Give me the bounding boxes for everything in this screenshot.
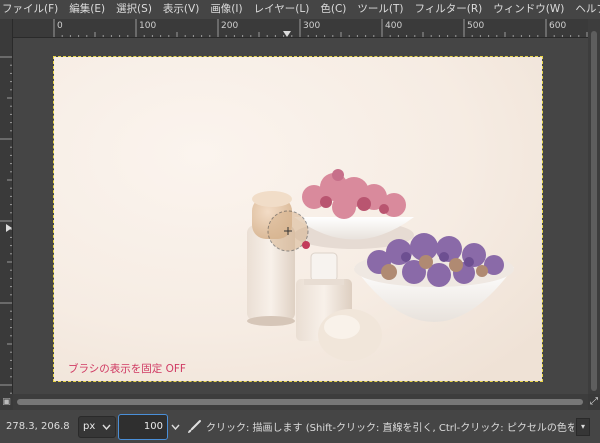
ruler-label: 600	[549, 21, 567, 31]
menu-select[interactable]: 選択(S)	[114, 0, 157, 19]
menubar: ファイル(F) 編集(E) 選択(S) 表示(V) 画像(I) レイヤー(L) …	[0, 0, 600, 19]
ruler-label: 200	[221, 21, 239, 31]
zoom-input[interactable]: 100	[118, 413, 168, 440]
canvas-image[interactable]: ブラシの表示を固定 OFF	[54, 57, 542, 381]
pointer-marker-icon	[6, 224, 12, 232]
ruler-label: 400	[385, 21, 403, 31]
navigate-button[interactable]: ▣	[0, 394, 13, 410]
menu-windows[interactable]: ウィンドウ(W)	[491, 0, 569, 19]
status-message: クリック: 描画します (Shift-クリック: 直線を引く, Ctrl-クリッ…	[206, 423, 574, 434]
brush-lock-indicator: ブラシの表示を固定 OFF	[68, 363, 186, 375]
zoom-toggle-button[interactable]: ⤢	[588, 394, 600, 410]
zoom-icon: ⤢	[590, 396, 598, 407]
menu-view[interactable]: 表示(V)	[161, 0, 204, 19]
ruler-label: 0	[57, 21, 63, 31]
photo-still-life	[54, 57, 542, 381]
zoom-dropdown-button[interactable]	[168, 416, 182, 438]
menu-image[interactable]: 画像(I)	[208, 0, 247, 19]
menu-file[interactable]: ファイル(F)	[0, 0, 63, 19]
vertical-scrollbar[interactable]	[588, 19, 600, 394]
ruler-corner[interactable]	[0, 19, 13, 38]
ruler-label: 100	[139, 21, 157, 31]
chevron-down-icon	[170, 424, 180, 430]
unit-value: px	[83, 421, 96, 432]
vertical-scrollbar-thumb[interactable]	[591, 31, 597, 391]
vertical-ruler[interactable]	[0, 38, 13, 394]
ruler-label: 300	[303, 21, 321, 31]
menu-edit[interactable]: 編集(E)	[67, 0, 110, 19]
unit-select[interactable]: px	[78, 415, 116, 438]
ruler-label: 500	[467, 21, 485, 31]
horizontal-ruler[interactable]: 0 100 200 300 400 500 600	[13, 19, 588, 38]
canvas-area[interactable]: ブラシの表示を固定 OFF	[13, 38, 588, 394]
menu-help[interactable]: ヘルプ(H)	[573, 0, 600, 19]
status-history-button[interactable]: ▾	[576, 417, 590, 436]
menu-colors[interactable]: 色(C)	[318, 0, 351, 19]
menu-layer[interactable]: レイヤー(L)	[252, 0, 315, 19]
horizontal-ruler-ticks	[53, 19, 588, 37]
pointer-coordinates: 278.3, 206.8	[6, 421, 70, 432]
vertical-ruler-ticks	[0, 56, 12, 394]
menu-tools[interactable]: ツール(T)	[355, 0, 408, 19]
navigate-icon: ▣	[2, 397, 11, 407]
paintbrush-icon	[188, 419, 201, 433]
pointer-marker-icon	[283, 31, 291, 37]
chevron-down-icon	[102, 424, 111, 430]
horizontal-scrollbar-thumb[interactable]	[17, 399, 583, 405]
menu-filters[interactable]: フィルター(R)	[412, 0, 487, 19]
statusbar: 278.3, 206.8 px 100 クリック: 描画します (Shift-ク…	[0, 410, 600, 443]
horizontal-scrollbar[interactable]	[13, 394, 588, 410]
